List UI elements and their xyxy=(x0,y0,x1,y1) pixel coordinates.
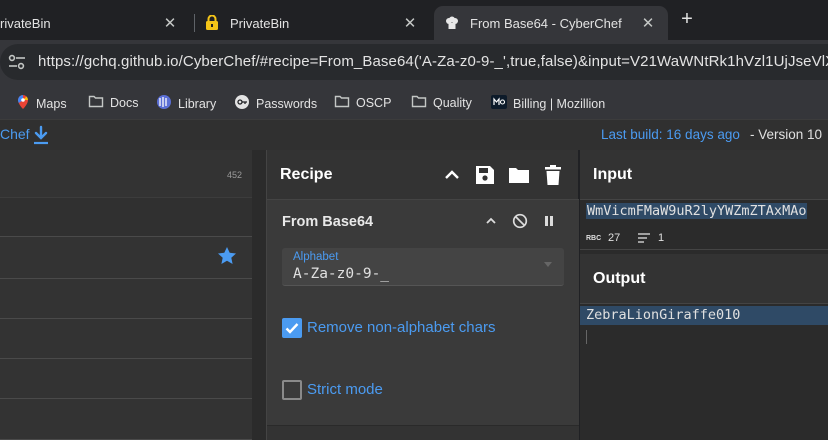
folder-icon xyxy=(334,94,350,111)
operations-panel: 452 xyxy=(0,150,266,440)
tab-title: PrivateBin xyxy=(230,15,290,31)
operations-search-row[interactable]: 452 xyxy=(0,150,252,198)
panel-divider[interactable] xyxy=(252,150,266,440)
bookmark-library[interactable]: Library xyxy=(156,94,216,113)
input-lines: 1 xyxy=(658,232,665,244)
chevron-up-icon[interactable] xyxy=(441,164,463,186)
disable-icon[interactable] xyxy=(512,213,528,229)
operations-category-row[interactable] xyxy=(0,319,252,359)
download-icon[interactable] xyxy=(32,125,50,150)
bookmark-label: Maps xyxy=(36,96,67,111)
trash-icon[interactable] xyxy=(542,164,564,186)
remove-non-alphabet-checkbox[interactable] xyxy=(282,318,302,338)
tab-privatebin-1[interactable]: rivateBin ✕ xyxy=(0,6,190,40)
operation-title: From Base64 xyxy=(282,214,374,230)
chevron-down-icon xyxy=(544,262,552,267)
text-cursor xyxy=(586,330,587,344)
favourites-category[interactable] xyxy=(0,237,252,279)
bookmark-passwords[interactable]: Passwords xyxy=(234,94,317,113)
folder-open-icon[interactable] xyxy=(508,164,530,186)
bookmark-label: Docs xyxy=(110,95,139,110)
site-settings-icon[interactable] xyxy=(6,52,28,72)
chevron-up-icon[interactable] xyxy=(483,213,499,229)
maps-pin-icon xyxy=(16,94,30,113)
tab-separator xyxy=(194,14,195,32)
bookmark-label: OSCP xyxy=(356,95,392,110)
address-bar[interactable]: https://gchq.github.io/CyberChef/#recipe… xyxy=(0,44,828,80)
input-title: Input xyxy=(593,166,633,183)
browser-tab-strip: rivateBin ✕ PrivateBin ✕ From Base64 - C… xyxy=(0,0,828,40)
save-icon[interactable] xyxy=(474,164,496,186)
cyberchef-banner: Chef Last build: 16 days ago - Version 1… xyxy=(0,120,828,150)
library-icon xyxy=(156,94,172,113)
output-title: Output xyxy=(593,270,646,287)
star-icon[interactable] xyxy=(216,245,238,272)
operations-category-row[interactable] xyxy=(0,359,252,399)
key-icon xyxy=(234,94,250,113)
bookmark-label: Quality xyxy=(433,95,472,110)
privatebin-icon xyxy=(204,14,220,31)
bookmark-label: Billing | Mozillion xyxy=(513,96,606,111)
close-icon[interactable]: ✕ xyxy=(638,13,658,33)
pause-icon[interactable] xyxy=(541,213,557,229)
tab-cyberchef[interactable]: From Base64 - CyberChef ✕ xyxy=(434,6,668,40)
url-text: https://gchq.github.io/CyberChef/#recipe… xyxy=(38,53,828,70)
bookmark-maps[interactable]: Maps xyxy=(16,94,67,113)
recipe-title: Recipe xyxy=(280,166,333,183)
bookmark-docs[interactable]: Docs xyxy=(88,94,138,111)
input-header: Input xyxy=(580,150,828,200)
mozillion-icon xyxy=(491,94,507,113)
tab-privatebin-2[interactable]: PrivateBin ✕ xyxy=(196,6,434,40)
bookmark-label: Library xyxy=(178,96,217,111)
operations-header-row[interactable] xyxy=(0,198,252,237)
version-text: - Version 10 xyxy=(750,127,823,142)
io-panel: Input WmVicmFMaW9uR2lyYWZmZTAxMAo RBC 27… xyxy=(580,150,828,440)
bookmark-billing[interactable]: Billing | Mozillion xyxy=(491,94,605,113)
operations-count: 452 xyxy=(226,170,242,180)
cyberchef-title[interactable]: Chef xyxy=(0,126,30,142)
bookmarks-bar: Maps Docs Library Passwords OSCP Quality… xyxy=(0,86,828,120)
recipe-header: Recipe xyxy=(267,150,579,200)
operations-category-row[interactable] xyxy=(0,279,252,319)
strict-mode-checkbox[interactable] xyxy=(282,380,302,400)
lines-icon xyxy=(638,233,650,246)
length-badge: RBC xyxy=(586,235,602,242)
operations-category-row[interactable] xyxy=(0,399,252,440)
output-header: Output xyxy=(580,254,828,304)
alphabet-value: A-Za-z0-9-_ xyxy=(293,266,390,282)
input-length: 27 xyxy=(608,232,621,244)
screen: rivateBin ✕ PrivateBin ✕ From Base64 - C… xyxy=(0,0,828,440)
last-build-link[interactable]: Last build: 16 days ago xyxy=(601,127,740,142)
recipe-panel: Recipe From Base64 Alphabet A-Za-z0-9-_ … xyxy=(266,150,579,440)
alphabet-select[interactable]: Alphabet A-Za-z0-9-_ xyxy=(282,248,564,286)
bookmark-label: Passwords xyxy=(256,96,318,111)
alphabet-label: Alphabet xyxy=(293,251,339,263)
bookmark-quality[interactable]: Quality xyxy=(411,94,472,111)
close-icon[interactable]: ✕ xyxy=(160,13,180,33)
input-status-bar: RBC 27 1 xyxy=(580,228,828,250)
recipe-footer xyxy=(267,426,579,440)
tab-title: From Base64 - CyberChef xyxy=(470,15,622,31)
cyberchef-icon xyxy=(444,15,460,31)
remove-non-alphabet-label[interactable]: Remove non-alphabet chars xyxy=(307,319,495,336)
output-text[interactable]: ZebraLionGiraffe010 xyxy=(586,307,740,323)
tab-title: rivateBin xyxy=(0,15,51,31)
folder-icon xyxy=(88,94,104,111)
folder-icon xyxy=(411,94,427,111)
input-text[interactable]: WmVicmFMaW9uR2lyYWZmZTAxMAo xyxy=(586,203,808,219)
strict-mode-label[interactable]: Strict mode xyxy=(307,381,383,398)
browser-toolbar: https://gchq.github.io/CyberChef/#recipe… xyxy=(0,40,828,86)
close-icon[interactable]: ✕ xyxy=(400,13,420,33)
bookmark-oscp[interactable]: OSCP xyxy=(334,94,391,111)
from-base64-operation: From Base64 Alphabet A-Za-z0-9-_ Remove … xyxy=(267,200,579,426)
new-tab-button[interactable]: + xyxy=(676,8,698,30)
